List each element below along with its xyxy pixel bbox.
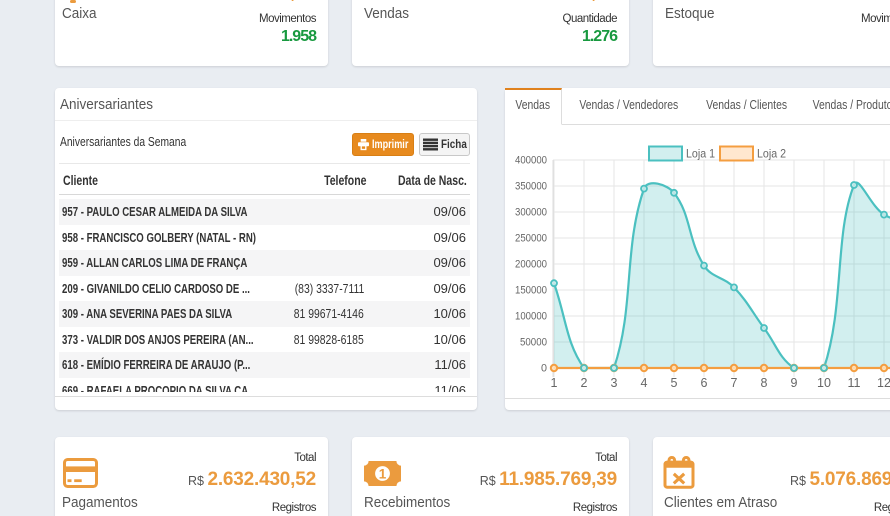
svg-text:9: 9 — [791, 376, 798, 390]
svg-text:5: 5 — [671, 376, 678, 390]
svg-text:300000: 300000 — [515, 207, 547, 219]
svg-text:150000: 150000 — [515, 285, 547, 297]
svg-text:50000: 50000 — [520, 337, 547, 349]
svg-text:12: 12 — [877, 376, 890, 390]
svg-text:1: 1 — [379, 466, 387, 481]
svg-text:0: 0 — [541, 363, 547, 375]
svg-text:200000: 200000 — [515, 259, 547, 271]
svg-text:6: 6 — [701, 376, 708, 390]
svg-text:3: 3 — [611, 376, 618, 390]
svg-text:350000: 350000 — [515, 181, 547, 193]
svg-text:1: 1 — [551, 376, 558, 390]
svg-text:2: 2 — [581, 376, 588, 390]
svg-text:Loja 1: Loja 1 — [686, 147, 715, 161]
svg-text:11: 11 — [848, 376, 861, 390]
svg-text:100000: 100000 — [515, 311, 547, 323]
svg-text:Loja 2: Loja 2 — [757, 147, 786, 161]
svg-text:250000: 250000 — [515, 233, 547, 245]
svg-text:4: 4 — [641, 376, 648, 390]
svg-text:400000: 400000 — [515, 155, 547, 167]
svg-text:8: 8 — [761, 376, 768, 390]
svg-text:10: 10 — [817, 376, 831, 390]
svg-text:7: 7 — [731, 376, 738, 390]
